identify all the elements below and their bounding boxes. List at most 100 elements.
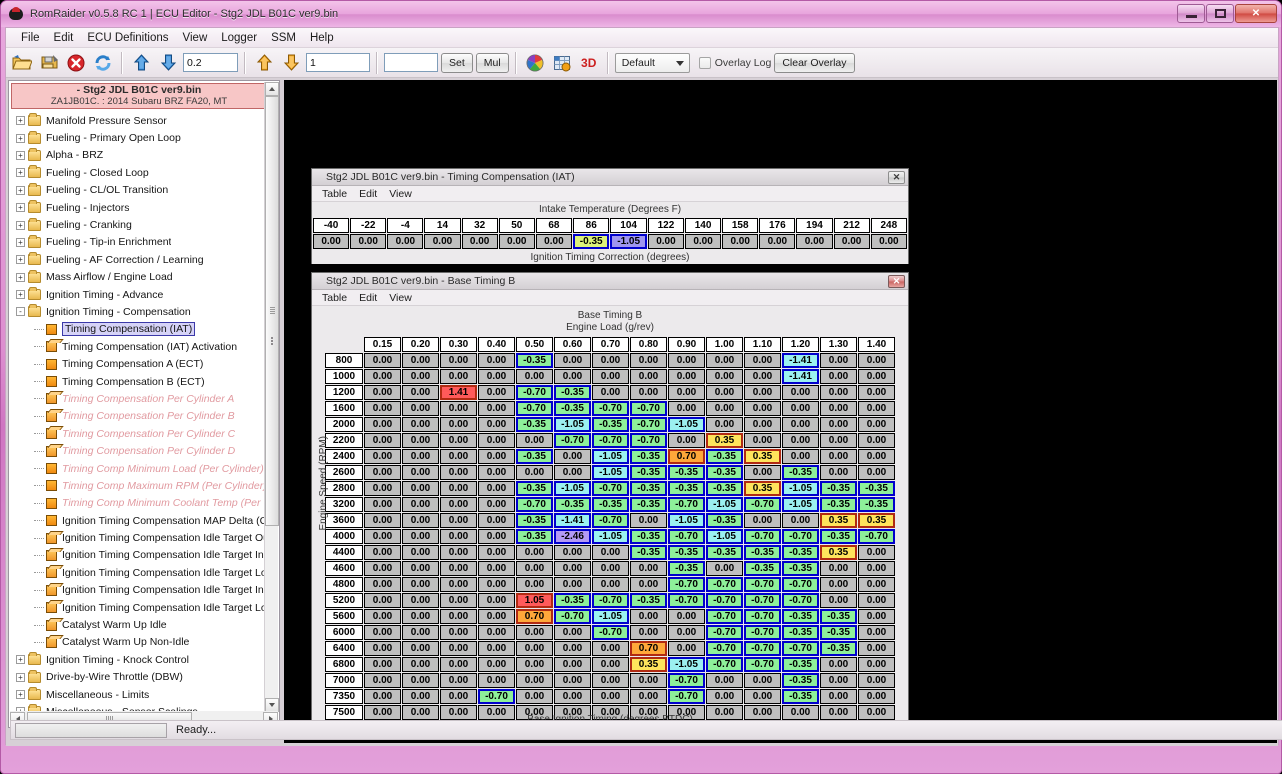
bt-data-cell[interactable]: 0.00 (554, 689, 591, 704)
bt-data-cell[interactable]: 0.00 (554, 369, 591, 384)
iat-value-cell[interactable]: 0.00 (834, 234, 870, 249)
bt-data-cell[interactable]: -0.35 (668, 481, 705, 496)
bt-data-cell[interactable]: 0.00 (440, 497, 477, 512)
bt-data-cell[interactable]: 0.00 (440, 353, 477, 368)
bt-data-cell[interactable]: 0.00 (402, 417, 439, 432)
bt-data-cell[interactable]: -0.70 (668, 577, 705, 592)
bt-data-cell[interactable]: -0.35 (858, 497, 895, 512)
iat-value-cell[interactable]: 0.00 (313, 234, 349, 249)
bt-data-cell[interactable]: -0.35 (630, 481, 667, 496)
bt-data-cell[interactable]: 0.00 (706, 385, 743, 400)
bt-data-cell[interactable]: 0.00 (516, 641, 553, 656)
bt-data-cell[interactable]: -1.41 (782, 369, 819, 384)
bt-data-cell[interactable]: 0.00 (706, 673, 743, 688)
bt-data-cell[interactable]: 0.00 (516, 433, 553, 448)
tree-item[interactable]: +Fueling - Tip-in Enrichment (10, 234, 266, 251)
bt-data-cell[interactable]: -0.35 (744, 545, 781, 560)
tree-item[interactable]: +Fueling - Primary Open Loop (10, 129, 266, 146)
bt-y-axis-cell[interactable]: 3200 (325, 497, 363, 512)
bt-data-cell[interactable]: 0.00 (592, 657, 629, 672)
bt-data-cell[interactable]: 0.00 (440, 609, 477, 624)
bt-data-cell[interactable]: 1.05 (516, 593, 553, 608)
bt-data-cell[interactable]: 0.00 (440, 529, 477, 544)
bt-data-cell[interactable]: 0.35 (858, 513, 895, 528)
blue-arrow-up-icon[interactable] (129, 51, 153, 75)
bt-data-cell[interactable]: -0.35 (630, 593, 667, 608)
bt-data-cell[interactable]: 0.00 (364, 577, 401, 592)
bt-data-cell[interactable]: 0.00 (440, 577, 477, 592)
bt-x-axis-cell[interactable]: 0.30 (440, 337, 477, 352)
bt-data-cell[interactable]: -0.70 (592, 401, 629, 416)
iat-menu-table[interactable]: Table (316, 187, 353, 201)
tree-item[interactable]: +Manifold Pressure Sensor (10, 112, 266, 129)
bt-data-cell[interactable]: -1.05 (782, 497, 819, 512)
bt-y-axis-cell[interactable]: 2200 (325, 433, 363, 448)
bt-data-cell[interactable]: 0.00 (364, 353, 401, 368)
iat-value-cell[interactable]: 0.00 (722, 234, 758, 249)
bt-data-cell[interactable]: -0.70 (592, 513, 629, 528)
bt-data-cell[interactable]: 0.00 (668, 353, 705, 368)
bt-y-axis-cell[interactable]: 3600 (325, 513, 363, 528)
tree-item[interactable]: Ignition Timing Compensation Idle Target… (10, 582, 266, 599)
bt-data-cell[interactable]: 0.00 (592, 577, 629, 592)
bt-data-cell[interactable]: -0.70 (630, 433, 667, 448)
bt-close-icon[interactable]: ✕ (888, 275, 905, 288)
bt-data-cell[interactable]: -0.35 (554, 593, 591, 608)
iat-window-titlebar[interactable]: Stg2 JDL B01C ver9.bin - Timing Compensa… (312, 169, 908, 186)
bt-data-cell[interactable]: 0.00 (402, 465, 439, 480)
bt-data-cell[interactable]: 0.00 (402, 689, 439, 704)
bt-data-cell[interactable]: 0.00 (364, 401, 401, 416)
fine-increment-input[interactable] (183, 53, 238, 72)
bt-data-cell[interactable]: -0.35 (706, 449, 743, 464)
rom-tree-header[interactable]: - Stg2 JDL B01C ver9.bin ZA1JB01C. : 201… (11, 83, 267, 109)
bt-data-cell[interactable]: 0.00 (440, 545, 477, 560)
bt-data-cell[interactable]: 0.00 (478, 529, 515, 544)
bt-data-cell[interactable]: 0.00 (782, 513, 819, 528)
bt-data-cell[interactable]: 0.00 (478, 385, 515, 400)
iat-value-cell[interactable]: -0.35 (573, 234, 609, 249)
bt-data-cell[interactable]: 0.00 (478, 561, 515, 576)
bt-data-cell[interactable]: 0.00 (668, 385, 705, 400)
bt-data-cell[interactable]: 0.00 (630, 561, 667, 576)
bt-data-cell[interactable]: -0.35 (592, 417, 629, 432)
bt-data-cell[interactable]: 0.00 (744, 369, 781, 384)
bt-y-axis-cell[interactable]: 2000 (325, 417, 363, 432)
base-timing-table[interactable]: 0.150.200.300.400.500.600.700.800.901.00… (324, 336, 896, 721)
bt-data-cell[interactable]: 0.00 (402, 545, 439, 560)
close-button[interactable]: ✕ (1235, 4, 1277, 23)
expand-icon[interactable]: + (16, 186, 25, 195)
bt-data-cell[interactable]: 0.00 (440, 465, 477, 480)
iat-value-cell[interactable]: 0.00 (759, 234, 795, 249)
bt-data-cell[interactable]: -0.70 (782, 529, 819, 544)
bt-data-cell[interactable]: 0.00 (554, 673, 591, 688)
bt-data-cell[interactable]: -0.35 (554, 497, 591, 512)
menu-logger[interactable]: Logger (214, 30, 264, 46)
iat-value-cell[interactable]: 0.00 (685, 234, 721, 249)
bt-data-cell[interactable]: 0.35 (744, 449, 781, 464)
bt-data-cell[interactable]: -0.70 (630, 417, 667, 432)
bt-data-cell[interactable]: -0.70 (668, 689, 705, 704)
bt-data-cell[interactable]: 0.00 (402, 529, 439, 544)
bt-data-cell[interactable]: -1.41 (554, 513, 591, 528)
bt-y-axis-cell[interactable]: 4600 (325, 561, 363, 576)
bt-data-cell[interactable]: -0.35 (820, 497, 857, 512)
bt-data-cell[interactable]: -1.05 (668, 657, 705, 672)
bt-y-axis-cell[interactable]: 5600 (325, 609, 363, 624)
tree-item[interactable]: +Ignition Timing - Knock Control (10, 651, 266, 668)
bt-data-cell[interactable]: -0.35 (554, 385, 591, 400)
tree-item[interactable]: Timing Comp Minimum Coolant Temp (Per Cy… (10, 495, 266, 512)
mul-button[interactable]: Mul (476, 53, 509, 73)
bt-data-cell[interactable]: -1.05 (592, 609, 629, 624)
bt-data-cell[interactable]: -0.35 (516, 353, 553, 368)
iat-axis-cell[interactable]: -40 (313, 218, 349, 233)
bt-data-cell[interactable]: 0.00 (402, 641, 439, 656)
bt-data-cell[interactable]: 0.00 (402, 673, 439, 688)
bt-data-cell[interactable]: 0.00 (554, 449, 591, 464)
bt-data-cell[interactable]: 0.00 (630, 385, 667, 400)
bt-data-cell[interactable]: -0.70 (668, 497, 705, 512)
iat-value-cell[interactable]: 0.00 (499, 234, 535, 249)
bt-data-cell[interactable]: 0.00 (364, 497, 401, 512)
3d-icon[interactable]: 3D (577, 51, 601, 75)
bt-data-cell[interactable]: -1.05 (554, 417, 591, 432)
bt-data-cell[interactable]: 0.00 (554, 545, 591, 560)
